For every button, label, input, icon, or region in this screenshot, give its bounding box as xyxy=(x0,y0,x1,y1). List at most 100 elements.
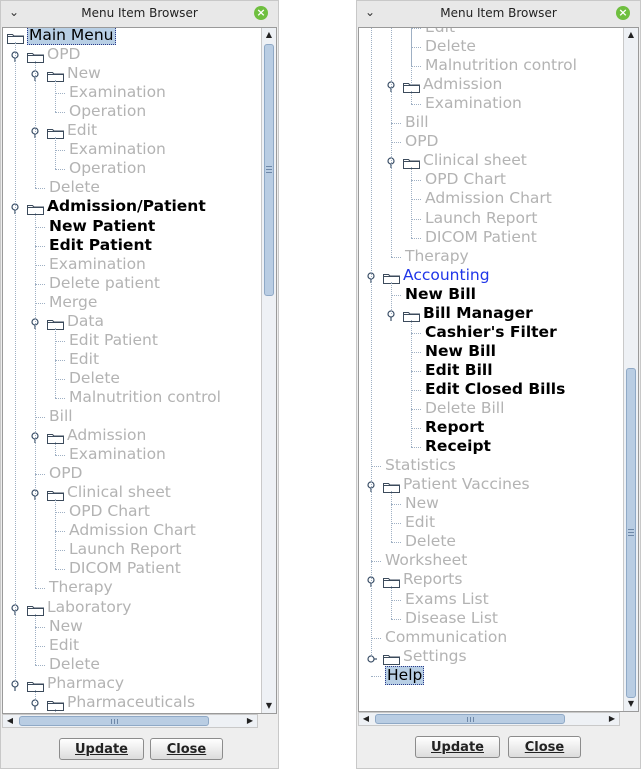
collapse-handle-icon[interactable] xyxy=(367,479,377,493)
tree-node-pharmacy[interactable]: Pharmacy xyxy=(3,674,262,693)
tree-node-opd-chart[interactable]: OPD Chart xyxy=(359,170,624,189)
tree-node-reports[interactable]: Reports xyxy=(359,570,624,589)
tree-node-communication[interactable]: Communication xyxy=(359,628,624,647)
tree-node-malnutrition-control[interactable]: Malnutrition control xyxy=(3,388,262,407)
tree-node-clinical-sheet[interactable]: Clinical sheet xyxy=(359,151,624,170)
tree-node-new-bill[interactable]: New Bill xyxy=(359,285,624,304)
tree-node-receipt[interactable]: Receipt xyxy=(359,437,624,456)
tree-node-new-bill[interactable]: New Bill xyxy=(359,342,624,361)
horizontal-scrollbar[interactable]: ◀ ▶ xyxy=(358,712,620,726)
collapse-handle-icon[interactable] xyxy=(11,678,21,691)
tree-node-admission-chart[interactable]: Admission Chart xyxy=(3,521,262,540)
tree-node-delete[interactable]: Delete xyxy=(3,369,262,388)
tree-node-settings[interactable]: Settings xyxy=(359,647,624,666)
tree-node-malnutrition-control[interactable]: Malnutrition control xyxy=(359,56,624,75)
vertical-scrollbar[interactable]: ▲ ▼ xyxy=(261,28,276,713)
tree-node-edit-patient[interactable]: Edit Patient xyxy=(3,236,262,255)
tree-node-clinical-sheet[interactable]: Clinical sheet xyxy=(3,483,262,502)
collapse-handle-icon[interactable] xyxy=(31,316,41,329)
tree-node-cashier-s-filter[interactable]: Cashier's Filter xyxy=(359,323,624,342)
tree-node-new-patient[interactable]: New Patient xyxy=(3,217,262,236)
collapse-handle-icon[interactable] xyxy=(31,487,41,501)
collapse-handle-icon[interactable] xyxy=(367,574,377,588)
tree-node-pharmaceuticals[interactable]: Pharmaceuticals xyxy=(3,693,262,712)
tree-node-launch-report[interactable]: Launch Report xyxy=(359,209,624,228)
horizontal-scroll-thumb[interactable] xyxy=(19,716,209,726)
tree-node-edit[interactable]: Edit xyxy=(3,636,262,655)
tree-node-bill[interactable]: Bill xyxy=(3,407,262,426)
tree-node-new[interactable]: New xyxy=(3,64,262,83)
tree-node-opd[interactable]: OPD xyxy=(3,464,262,483)
tree-node-report[interactable]: Report xyxy=(359,418,624,437)
tree-node-examination[interactable]: Examination xyxy=(3,140,262,159)
tree-node-examination[interactable]: Examination xyxy=(359,94,624,113)
tree-node-examination[interactable]: Examination xyxy=(3,445,262,464)
close-icon[interactable]: × xyxy=(616,6,630,20)
collapse-handle-icon[interactable] xyxy=(387,308,397,321)
tree-node-edit[interactable]: Edit xyxy=(359,513,624,532)
expand-handle-icon[interactable] xyxy=(367,651,377,663)
tree-node-edit-patient[interactable]: Edit Patient xyxy=(3,331,262,350)
collapse-handle-icon[interactable] xyxy=(31,430,41,444)
horizontal-scrollbar[interactable]: ◀ ▶ xyxy=(2,714,258,728)
tree-node-delete[interactable]: Delete xyxy=(3,178,262,197)
tree-node-therapy[interactable]: Therapy xyxy=(3,578,262,597)
tree-node-help[interactable]: Help xyxy=(359,665,624,685)
tree-node-edit[interactable]: Edit xyxy=(359,28,624,37)
collapse-handle-icon[interactable] xyxy=(31,125,41,139)
collapse-handle-icon[interactable] xyxy=(11,49,21,63)
tree-node-delete-bill[interactable]: Delete Bill xyxy=(359,399,624,418)
close-icon[interactable]: × xyxy=(254,6,268,20)
scroll-down-arrow-icon[interactable]: ▼ xyxy=(624,697,638,711)
scroll-right-arrow-icon[interactable]: ▶ xyxy=(605,712,619,726)
horizontal-scroll-thumb[interactable] xyxy=(375,714,565,724)
tree-node-admission-chart[interactable]: Admission Chart xyxy=(359,189,624,208)
tree-node-data[interactable]: Data xyxy=(3,312,262,331)
tree-node-examination[interactable]: Examination xyxy=(3,255,262,274)
tree-node-delete[interactable]: Delete xyxy=(359,532,624,551)
tree-node-delete-patient[interactable]: Delete patient xyxy=(3,274,262,293)
scroll-thumb[interactable] xyxy=(264,44,274,296)
tree-node-exams-list[interactable]: Exams List xyxy=(359,590,624,609)
tree-node-admission[interactable]: Admission xyxy=(359,75,624,94)
collapse-handle-icon[interactable] xyxy=(387,155,397,169)
tree-node-laboratory[interactable]: Laboratory xyxy=(3,598,262,617)
scroll-down-arrow-icon[interactable]: ▼ xyxy=(262,699,276,713)
tree-node-opd[interactable]: OPD xyxy=(3,45,262,64)
tree-node-admission[interactable]: Admission xyxy=(3,426,262,445)
tree-node-therapy[interactable]: Therapy xyxy=(359,247,624,266)
tree-node-delete[interactable]: Delete xyxy=(3,655,262,674)
tree-node-accounting[interactable]: Accounting xyxy=(359,266,624,285)
tree-node-worksheet[interactable]: Worksheet xyxy=(359,551,624,570)
tree-node-main-menu[interactable]: Main Menu xyxy=(3,28,262,45)
update-button[interactable]: Update xyxy=(415,736,500,758)
collapse-handle-icon[interactable] xyxy=(11,201,21,215)
scroll-right-arrow-icon[interactable]: ▶ xyxy=(243,714,257,728)
tree-node-launch-report[interactable]: Launch Report xyxy=(3,540,262,559)
collapse-handle-icon[interactable] xyxy=(31,697,41,710)
tree-node-new[interactable]: New xyxy=(359,494,624,513)
tree-node-admission-patient[interactable]: Admission/Patient xyxy=(3,197,262,216)
tree-node-operation[interactable]: Operation xyxy=(3,159,262,178)
tree-node-opd[interactable]: OPD xyxy=(359,132,624,151)
close-button[interactable]: Close xyxy=(150,738,223,760)
tree-node-operation[interactable]: Operation xyxy=(3,102,262,121)
tree-node-edit-bill[interactable]: Edit Bill xyxy=(359,361,624,380)
scroll-up-arrow-icon[interactable]: ▲ xyxy=(624,28,638,42)
scroll-left-arrow-icon[interactable]: ◀ xyxy=(3,714,17,728)
tree-node-patient-vaccines[interactable]: Patient Vaccines xyxy=(359,475,624,494)
tree-node-edit-closed-bills[interactable]: Edit Closed Bills xyxy=(359,380,624,399)
scroll-up-arrow-icon[interactable]: ▲ xyxy=(262,28,276,42)
tree-node-examination[interactable]: Examination xyxy=(3,83,262,102)
collapse-handle-icon[interactable] xyxy=(11,602,21,615)
collapse-handle-icon[interactable] xyxy=(387,79,397,93)
update-button[interactable]: Update xyxy=(59,738,144,760)
tree-node-disease-list[interactable]: Disease List xyxy=(359,609,624,628)
tree-node-edit[interactable]: Edit xyxy=(3,121,262,140)
vertical-scrollbar[interactable]: ▲ ▼ xyxy=(623,28,638,711)
tree-node-edit[interactable]: Edit xyxy=(3,350,262,369)
tree-node-opd-chart[interactable]: OPD Chart xyxy=(3,502,262,521)
tree-node-merge[interactable]: Merge xyxy=(3,293,262,312)
tree-node-new[interactable]: New xyxy=(3,712,262,713)
tree-node-delete[interactable]: Delete xyxy=(359,37,624,56)
